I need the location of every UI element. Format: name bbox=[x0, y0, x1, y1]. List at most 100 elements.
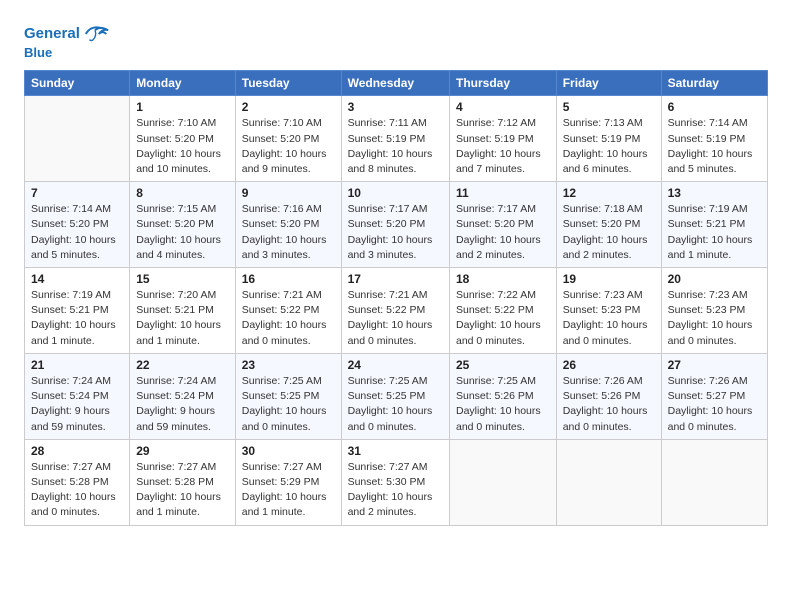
day-number: 19 bbox=[563, 272, 655, 286]
day-number: 9 bbox=[242, 186, 335, 200]
day-info: Sunrise: 7:15 AM Sunset: 5:20 PM Dayligh… bbox=[136, 202, 229, 263]
day-of-week-monday: Monday bbox=[130, 71, 236, 96]
day-number: 4 bbox=[456, 100, 550, 114]
calendar-cell bbox=[450, 439, 557, 525]
day-number: 25 bbox=[456, 358, 550, 372]
day-info: Sunrise: 7:26 AM Sunset: 5:27 PM Dayligh… bbox=[668, 374, 761, 435]
calendar-cell: 25 Sunrise: 7:25 AM Sunset: 5:26 PM Dayli… bbox=[450, 353, 557, 439]
day-info: Sunrise: 7:19 AM Sunset: 5:21 PM Dayligh… bbox=[31, 288, 123, 349]
day-number: 13 bbox=[668, 186, 761, 200]
day-info: Sunrise: 7:18 AM Sunset: 5:20 PM Dayligh… bbox=[563, 202, 655, 263]
day-info: Sunrise: 7:23 AM Sunset: 5:23 PM Dayligh… bbox=[668, 288, 761, 349]
day-info: Sunrise: 7:12 AM Sunset: 5:19 PM Dayligh… bbox=[456, 116, 550, 177]
day-info: Sunrise: 7:26 AM Sunset: 5:26 PM Dayligh… bbox=[563, 374, 655, 435]
calendar-week-4: 21 Sunrise: 7:24 AM Sunset: 5:24 PM Dayli… bbox=[25, 353, 768, 439]
day-number: 31 bbox=[348, 444, 443, 458]
calendar-cell bbox=[25, 96, 130, 182]
day-of-week-friday: Friday bbox=[556, 71, 661, 96]
day-number: 3 bbox=[348, 100, 443, 114]
day-number: 29 bbox=[136, 444, 229, 458]
calendar-cell: 23 Sunrise: 7:25 AM Sunset: 5:25 PM Dayli… bbox=[235, 353, 341, 439]
calendar-cell: 4 Sunrise: 7:12 AM Sunset: 5:19 PM Daylig… bbox=[450, 96, 557, 182]
calendar-cell: 15Sunrise: 7:20 AM Sunset: 5:21 PM Dayli… bbox=[130, 268, 236, 354]
calendar-cell: 28 Sunrise: 7:27 AM Sunset: 5:28 PM Dayli… bbox=[25, 439, 130, 525]
calendar-cell: 19 Sunrise: 7:23 AM Sunset: 5:23 PM Dayli… bbox=[556, 268, 661, 354]
day-info: Sunrise: 7:22 AM Sunset: 5:22 PM Dayligh… bbox=[456, 288, 550, 349]
day-info: Sunrise: 7:27 AM Sunset: 5:30 PM Dayligh… bbox=[348, 460, 443, 521]
day-number: 12 bbox=[563, 186, 655, 200]
day-info: Sunrise: 7:13 AM Sunset: 5:19 PM Dayligh… bbox=[563, 116, 655, 177]
calendar-cell: 30 Sunrise: 7:27 AM Sunset: 5:29 PM Dayli… bbox=[235, 439, 341, 525]
calendar-cell: 22 Sunrise: 7:24 AM Sunset: 5:24 PM Dayli… bbox=[130, 353, 236, 439]
day-number: 21 bbox=[31, 358, 123, 372]
calendar-week-1: 1 Sunrise: 7:10 AM Sunset: 5:20 PM Daylig… bbox=[25, 96, 768, 182]
day-number: 18 bbox=[456, 272, 550, 286]
day-info: Sunrise: 7:24 AM Sunset: 5:24 PM Dayligh… bbox=[31, 374, 123, 435]
calendar-cell: 31 Sunrise: 7:27 AM Sunset: 5:30 PM Dayli… bbox=[341, 439, 449, 525]
day-info: Sunrise: 7:27 AM Sunset: 5:28 PM Dayligh… bbox=[136, 460, 229, 521]
day-number: 30 bbox=[242, 444, 335, 458]
logo-bird-icon bbox=[82, 20, 110, 48]
calendar-cell: 1Sunrise: 7:10 AM Sunset: 5:20 PM Daylig… bbox=[130, 96, 236, 182]
page: General Blue SundayMondayTuesdayWednesda… bbox=[0, 0, 792, 612]
day-info: Sunrise: 7:20 AM Sunset: 5:21 PM Dayligh… bbox=[136, 288, 229, 349]
day-info: Sunrise: 7:16 AM Sunset: 5:20 PM Dayligh… bbox=[242, 202, 335, 263]
day-info: Sunrise: 7:17 AM Sunset: 5:20 PM Dayligh… bbox=[456, 202, 550, 263]
calendar-cell: 17 Sunrise: 7:21 AM Sunset: 5:22 PM Dayli… bbox=[341, 268, 449, 354]
day-number: 17 bbox=[348, 272, 443, 286]
day-number: 28 bbox=[31, 444, 123, 458]
day-number: 23 bbox=[242, 358, 335, 372]
day-number: 11 bbox=[456, 186, 550, 200]
header: General Blue bbox=[24, 20, 768, 60]
day-info: Sunrise: 7:25 AM Sunset: 5:25 PM Dayligh… bbox=[348, 374, 443, 435]
day-number: 5 bbox=[563, 100, 655, 114]
day-info: Sunrise: 7:27 AM Sunset: 5:28 PM Dayligh… bbox=[31, 460, 123, 521]
day-info: Sunrise: 7:10 AM Sunset: 5:20 PM Dayligh… bbox=[242, 116, 335, 177]
day-number: 10 bbox=[348, 186, 443, 200]
calendar-cell: 14 Sunrise: 7:19 AM Sunset: 5:21 PM Dayli… bbox=[25, 268, 130, 354]
day-of-week-wednesday: Wednesday bbox=[341, 71, 449, 96]
calendar-cell: 10Sunrise: 7:17 AM Sunset: 5:20 PM Dayli… bbox=[341, 182, 449, 268]
day-info: Sunrise: 7:21 AM Sunset: 5:22 PM Dayligh… bbox=[348, 288, 443, 349]
calendar-cell: 27 Sunrise: 7:26 AM Sunset: 5:27 PM Dayli… bbox=[661, 353, 767, 439]
calendar-cell: 12 Sunrise: 7:18 AM Sunset: 5:20 PM Dayli… bbox=[556, 182, 661, 268]
calendar-week-3: 14 Sunrise: 7:19 AM Sunset: 5:21 PM Dayli… bbox=[25, 268, 768, 354]
day-info: Sunrise: 7:27 AM Sunset: 5:29 PM Dayligh… bbox=[242, 460, 335, 521]
calendar-cell: 6 Sunrise: 7:14 AM Sunset: 5:19 PM Daylig… bbox=[661, 96, 767, 182]
calendar-cell bbox=[661, 439, 767, 525]
day-number: 27 bbox=[668, 358, 761, 372]
day-info: Sunrise: 7:21 AM Sunset: 5:22 PM Dayligh… bbox=[242, 288, 335, 349]
day-info: Sunrise: 7:11 AM Sunset: 5:19 PM Dayligh… bbox=[348, 116, 443, 177]
day-number: 16 bbox=[242, 272, 335, 286]
calendar-cell: 24Sunrise: 7:25 AM Sunset: 5:25 PM Dayli… bbox=[341, 353, 449, 439]
calendar: SundayMondayTuesdayWednesdayThursdayFrid… bbox=[24, 70, 768, 525]
calendar-cell: 7 Sunrise: 7:14 AM Sunset: 5:20 PM Daylig… bbox=[25, 182, 130, 268]
logo-general: General bbox=[24, 25, 80, 42]
day-info: Sunrise: 7:23 AM Sunset: 5:23 PM Dayligh… bbox=[563, 288, 655, 349]
day-number: 6 bbox=[668, 100, 761, 114]
day-of-week-saturday: Saturday bbox=[661, 71, 767, 96]
day-info: Sunrise: 7:25 AM Sunset: 5:25 PM Dayligh… bbox=[242, 374, 335, 435]
day-of-week-tuesday: Tuesday bbox=[235, 71, 341, 96]
day-number: 20 bbox=[668, 272, 761, 286]
calendar-week-5: 28 Sunrise: 7:27 AM Sunset: 5:28 PM Dayli… bbox=[25, 439, 768, 525]
calendar-week-2: 7 Sunrise: 7:14 AM Sunset: 5:20 PM Daylig… bbox=[25, 182, 768, 268]
calendar-cell: 5 Sunrise: 7:13 AM Sunset: 5:19 PM Daylig… bbox=[556, 96, 661, 182]
day-number: 2 bbox=[242, 100, 335, 114]
day-number: 22 bbox=[136, 358, 229, 372]
day-number: 14 bbox=[31, 272, 123, 286]
day-number: 7 bbox=[31, 186, 123, 200]
calendar-cell: 8 Sunrise: 7:15 AM Sunset: 5:20 PM Daylig… bbox=[130, 182, 236, 268]
day-number: 26 bbox=[563, 358, 655, 372]
calendar-cell: 9 Sunrise: 7:16 AM Sunset: 5:20 PM Daylig… bbox=[235, 182, 341, 268]
day-number: 1 bbox=[136, 100, 229, 114]
day-info: Sunrise: 7:14 AM Sunset: 5:20 PM Dayligh… bbox=[31, 202, 123, 263]
day-info: Sunrise: 7:14 AM Sunset: 5:19 PM Dayligh… bbox=[668, 116, 761, 177]
day-info: Sunrise: 7:19 AM Sunset: 5:21 PM Dayligh… bbox=[668, 202, 761, 263]
day-info: Sunrise: 7:25 AM Sunset: 5:26 PM Dayligh… bbox=[456, 374, 550, 435]
day-number: 8 bbox=[136, 186, 229, 200]
day-info: Sunrise: 7:24 AM Sunset: 5:24 PM Dayligh… bbox=[136, 374, 229, 435]
logo-blue: Blue bbox=[24, 46, 110, 60]
calendar-header-row: SundayMondayTuesdayWednesdayThursdayFrid… bbox=[25, 71, 768, 96]
calendar-cell: 3 Sunrise: 7:11 AM Sunset: 5:19 PM Daylig… bbox=[341, 96, 449, 182]
